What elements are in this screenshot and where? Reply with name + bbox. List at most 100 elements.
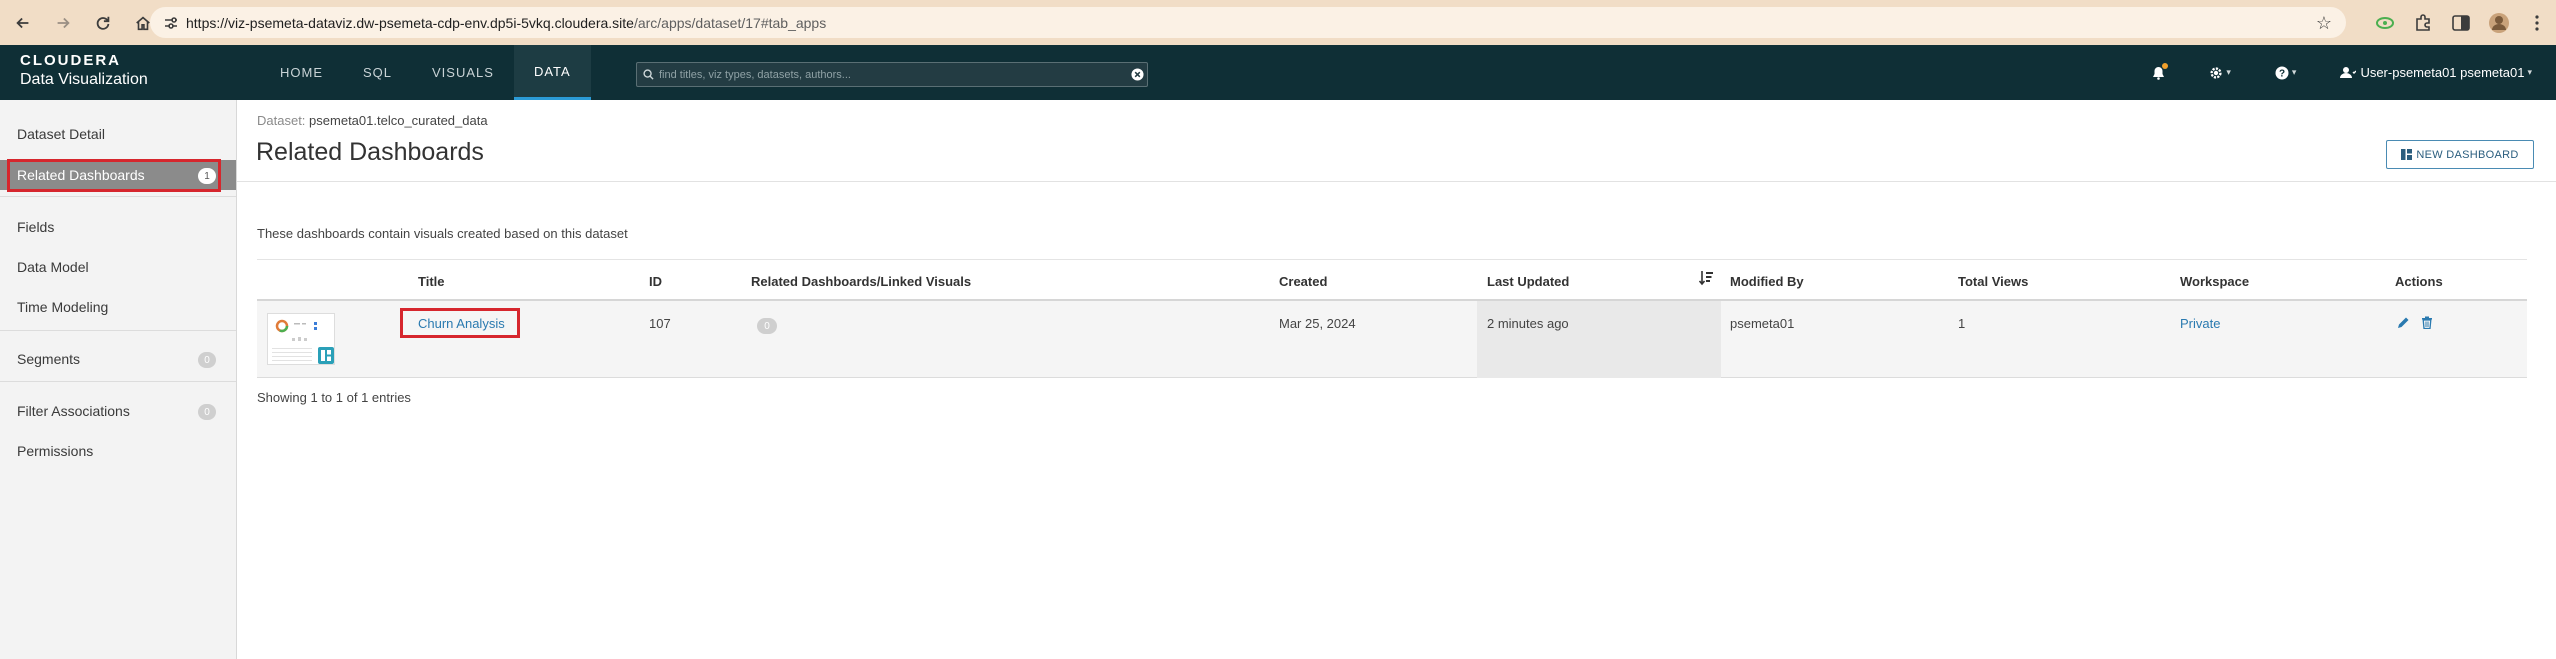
sidebar-item-dataset-detail[interactable]: Dataset Detail xyxy=(0,119,236,149)
chevron-down-icon: ▾ xyxy=(2226,67,2231,77)
url-path: /arc/apps/dataset/17#tab_apps xyxy=(633,14,827,31)
column-header-total-views[interactable]: Total Views xyxy=(1958,274,2028,289)
tab-home[interactable]: HOME xyxy=(260,45,343,100)
dashboard-title-link[interactable]: Churn Analysis xyxy=(418,316,505,331)
dataset-sidebar: Dataset Detail Related Dashboards 1 Fiel… xyxy=(0,100,237,659)
sidebar-item-label: Data Model xyxy=(17,259,89,275)
last-updated: 2 minutes ago xyxy=(1487,316,1569,331)
page-title: Related Dashboards xyxy=(256,138,484,166)
brand-logo[interactable]: CLOUDERA Data Visualization xyxy=(20,52,148,90)
tab-data[interactable]: DATA xyxy=(513,45,591,100)
browser-toolbar: https://viz-psemeta-dataviz.dw-psemeta-c… xyxy=(0,0,2556,45)
sidebar-item-data-model[interactable]: Data Model xyxy=(0,252,236,282)
sidebar-item-permissions[interactable]: Permissions xyxy=(0,436,236,466)
column-header-related[interactable]: Related Dashboards/Linked Visuals xyxy=(751,274,971,289)
column-header-modified-by[interactable]: Modified By xyxy=(1730,274,1804,289)
brand-product: Data Visualization xyxy=(20,71,148,88)
global-search xyxy=(636,62,1148,87)
notification-dot xyxy=(2162,62,2169,69)
brand-name: CLOUDERA xyxy=(20,52,121,69)
sidebar-item-label: Dataset Detail xyxy=(17,126,105,142)
new-dashboard-button[interactable]: NEW DASHBOARD xyxy=(2386,140,2534,169)
divider xyxy=(237,181,2556,182)
clear-search-icon[interactable] xyxy=(1127,68,1147,81)
delete-trash-icon[interactable] xyxy=(2421,316,2433,329)
browser-menu-icon[interactable] xyxy=(2518,0,2556,45)
reload-icon[interactable] xyxy=(86,6,120,40)
sort-descending-icon[interactable] xyxy=(1699,270,1713,286)
settings-gear-icon[interactable]: ▾ xyxy=(2209,66,2231,80)
sidebar-item-time-modeling[interactable]: Time Modeling xyxy=(0,292,236,322)
count-badge: 1 xyxy=(198,168,216,184)
column-header-actions: Actions xyxy=(2395,274,2443,289)
column-header-last-updated[interactable]: Last Updated xyxy=(1487,274,1569,289)
table-header: Title ID Related Dashboards/Linked Visua… xyxy=(257,259,2527,301)
profile-avatar-icon[interactable] xyxy=(2480,0,2518,45)
search-icon xyxy=(637,69,659,80)
sidebar-item-label: Filter Associations xyxy=(17,403,130,419)
sidebar-item-label: Time Modeling xyxy=(17,299,109,315)
tab-visuals[interactable]: VISUALS xyxy=(412,45,514,100)
breadcrumb-prefix: Dataset: xyxy=(257,113,306,128)
top-navigation: HOME SQL VISUALS DATA xyxy=(260,45,591,100)
tab-sql[interactable]: SQL xyxy=(343,45,412,100)
chevron-down-icon: ▾ xyxy=(2527,67,2532,77)
extensions-puzzle-icon[interactable] xyxy=(2404,0,2442,45)
app-header: CLOUDERA Data Visualization HOME SQL VIS… xyxy=(0,45,2556,100)
sidebar-item-label: Fields xyxy=(17,219,55,235)
svg-text:?: ? xyxy=(2279,68,2285,79)
modified-by: psemeta01 xyxy=(1730,316,1795,331)
sidebar-item-label: Permissions xyxy=(17,443,94,459)
new-dashboard-label: NEW DASHBOARD xyxy=(2416,148,2519,161)
table-row: Churn Analysis 107 0 Mar 25, 2024 2 minu… xyxy=(257,301,2527,378)
count-badge: 0 xyxy=(198,352,216,368)
chevron-down-icon: ▾ xyxy=(2291,67,2297,77)
sidebar-item-label: Related Dashboards xyxy=(17,167,145,183)
browser-extensions xyxy=(2366,0,2556,45)
count-badge: 0 xyxy=(198,404,216,420)
forward-icon[interactable] xyxy=(46,6,80,40)
total-views: 1 xyxy=(1958,316,1966,331)
dashboard-id: 107 xyxy=(649,316,671,331)
edit-pencil-icon[interactable] xyxy=(2397,316,2410,329)
help-icon[interactable]: ? ▾ xyxy=(2275,66,2297,80)
related-count-badge[interactable]: 0 xyxy=(757,318,777,334)
column-header-workspace[interactable]: Workspace xyxy=(2180,274,2249,289)
pagination-info: Showing 1 to 1 of 1 entries xyxy=(257,390,411,405)
dashboard-grid-icon xyxy=(2401,149,2413,160)
breadcrumb: Dataset: psemeta01.telco_curated_data xyxy=(257,113,488,128)
divider xyxy=(0,196,236,197)
divider xyxy=(0,330,236,331)
created-date: Mar 25, 2024 xyxy=(1279,316,1356,331)
user-icon xyxy=(2340,67,2357,78)
user-menu[interactable]: User-psemeta01 psemeta01 ▾ xyxy=(2340,65,2532,80)
search-input[interactable] xyxy=(659,68,1127,81)
column-header-title[interactable]: Title xyxy=(418,274,445,289)
site-settings-icon[interactable] xyxy=(156,7,186,38)
sidebar-item-fields[interactable]: Fields xyxy=(0,212,236,242)
sidebar-item-segments[interactable]: Segments 0 xyxy=(0,344,236,374)
header-actions: ▾ ? ▾ User-psemeta01 psemeta01 ▾ xyxy=(2108,45,2532,100)
workspace-link[interactable]: Private xyxy=(2180,316,2220,331)
url-text: https://viz-psemeta-dataviz.dw-psemeta-c… xyxy=(186,15,826,31)
bookmark-star-icon[interactable]: ☆ xyxy=(2316,13,2332,34)
user-name: User-psemeta01 psemeta01 xyxy=(2360,65,2525,80)
side-panel-icon[interactable] xyxy=(2442,0,2480,45)
address-bar[interactable]: https://viz-psemeta-dataviz.dw-psemeta-c… xyxy=(150,7,2346,38)
url-host: https://viz-psemeta-dataviz.dw-psemeta-c… xyxy=(186,14,634,31)
dataset-name: psemeta01.telco_curated_data xyxy=(309,113,488,128)
sidebar-item-related-dashboards[interactable]: Related Dashboards 1 xyxy=(0,160,236,190)
dashboard-preview-image xyxy=(272,319,334,364)
sidebar-item-filter-associations[interactable]: Filter Associations 0 xyxy=(0,396,236,426)
divider xyxy=(0,381,236,382)
notifications-bell-icon[interactable] xyxy=(2152,62,2169,80)
dashboards-table: Title ID Related Dashboards/Linked Visua… xyxy=(257,259,2527,378)
sidebar-item-label: Segments xyxy=(17,351,81,367)
description-text: These dashboards contain visuals created… xyxy=(257,226,628,241)
extension-eye-icon[interactable] xyxy=(2366,0,2404,45)
dashboard-thumbnail[interactable] xyxy=(267,313,335,365)
column-header-created[interactable]: Created xyxy=(1279,274,1327,289)
sorted-column-shading xyxy=(1477,301,1721,378)
column-header-id[interactable]: ID xyxy=(649,274,662,289)
back-icon[interactable] xyxy=(6,6,40,40)
